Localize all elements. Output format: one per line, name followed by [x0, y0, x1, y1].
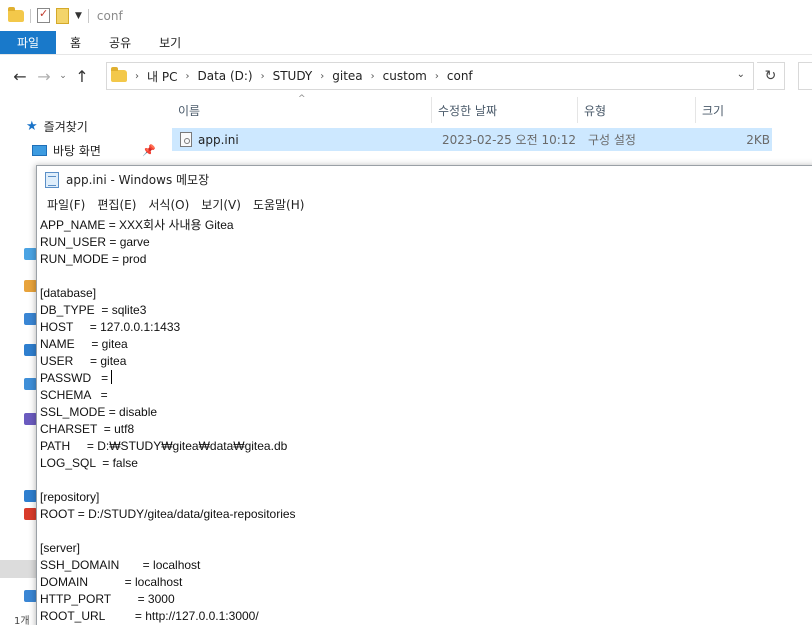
folder-icon: [111, 67, 127, 82]
text-line: USER = gitea: [40, 354, 127, 368]
text-line: CHARSET = utf8: [40, 422, 135, 436]
text-editor-area[interactable]: APP_NAME = XXX회사 사내용 Gitea RUN_USER = gar…: [40, 217, 812, 625]
config-file-icon: [180, 132, 192, 147]
column-type[interactable]: 유형: [578, 97, 696, 123]
breadcrumb-study[interactable]: STUDY: [273, 69, 313, 83]
status-item-count: 1개: [14, 616, 30, 625]
breadcrumb-conf[interactable]: conf: [447, 69, 473, 83]
text-line: SSL_MODE = disable: [40, 405, 158, 419]
new-folder-icon[interactable]: [56, 7, 69, 24]
forward-arrow-icon[interactable]: →: [32, 67, 56, 86]
text-caret: [111, 370, 113, 384]
menu-edit[interactable]: 편집(E): [91, 196, 142, 213]
notepad-menubar: 파일(F) 편집(E) 서식(O) 보기(V) 도움말(H): [37, 193, 812, 216]
notepad-window: app.ini - Windows 메모장 파일(F) 편집(E) 서식(O) …: [36, 165, 812, 625]
text-line: [40, 523, 812, 540]
notepad-title: app.ini - Windows 메모장: [66, 173, 210, 187]
text-line: APP_NAME = XXX회사 사내용 Gitea: [40, 218, 234, 232]
window-title: conf: [96, 8, 123, 23]
tab-view[interactable]: 보기: [145, 31, 195, 54]
menu-format[interactable]: 서식(O): [142, 196, 195, 213]
properties-icon[interactable]: [37, 7, 50, 23]
text-line: [database]: [40, 286, 97, 300]
star-icon: ★: [26, 119, 38, 134]
nav-quick-access[interactable]: ★ 즐겨찾기: [26, 118, 88, 135]
tab-home[interactable]: 홈: [56, 31, 95, 54]
file-modified: 2023-02-25 오전 10:12: [442, 133, 577, 147]
breadcrumb-gitea[interactable]: gitea: [332, 69, 362, 83]
chevron-right-icon[interactable]: ›: [435, 71, 439, 82]
menu-help[interactable]: 도움말(H): [247, 196, 311, 213]
nav-desktop[interactable]: 바탕 화면: [32, 142, 101, 159]
back-arrow-icon[interactable]: ←: [8, 67, 32, 86]
text-line: HOST = 127.0.0.1:1433: [40, 320, 181, 334]
column-header-row: 이름 수정한 날짜 유형 크기: [172, 97, 772, 123]
folder-icon: [8, 6, 24, 22]
refresh-icon[interactable]: ↻: [757, 62, 785, 90]
notepad-icon: [45, 171, 59, 188]
chevron-right-icon[interactable]: ›: [185, 71, 189, 82]
chevron-right-icon[interactable]: ›: [135, 71, 139, 82]
column-name[interactable]: 이름: [172, 97, 432, 123]
text-line: [40, 472, 812, 489]
file-type: 구성 설정: [588, 133, 636, 147]
tab-share[interactable]: 공유: [95, 31, 145, 54]
text-line: SCHEMA =: [40, 388, 108, 402]
text-line: [server]: [40, 541, 81, 555]
pin-icon[interactable]: 📌: [142, 144, 156, 157]
up-arrow-icon[interactable]: ↑: [70, 67, 94, 86]
notepad-titlebar: app.ini - Windows 메모장: [37, 166, 812, 193]
text-line: ROOT = D:/STUDY/gitea/data/gitea-reposit…: [40, 507, 296, 521]
text-line: ROOT_URL = http://127.0.0.1:3000/: [40, 609, 259, 623]
nav-desktop-label: 바탕 화면: [53, 144, 101, 158]
column-size[interactable]: 크기: [696, 97, 772, 123]
column-modified[interactable]: 수정한 날짜: [432, 97, 578, 123]
desktop-icon: [32, 145, 47, 156]
text-line: PASSWD =: [40, 370, 113, 385]
text-line: SSH_DOMAIN = localhost: [40, 558, 201, 572]
selected-nav-item[interactable]: [0, 560, 36, 578]
ribbon-tabs: 파일 홈 공유 보기: [0, 31, 812, 55]
file-size: 2KB: [746, 132, 770, 147]
divider: [87, 8, 89, 23]
divider: [30, 8, 31, 23]
quick-access-dropdown-icon[interactable]: ▼: [75, 11, 82, 21]
text-line: RUN_MODE = prod: [40, 252, 147, 266]
text-line: DB_TYPE = sqlite3: [40, 303, 147, 317]
text-line: [repository]: [40, 490, 100, 504]
explorer-titlebar: ▼ conf: [0, 0, 812, 31]
recent-locations-chevron-icon[interactable]: ⌄: [56, 71, 70, 81]
text-line: LOG_SQL = false: [40, 456, 138, 470]
file-name: app.ini: [198, 132, 239, 147]
text-line: DOMAIN = localhost: [40, 575, 183, 589]
address-bar[interactable]: › 내 PC › Data (D:) › STUDY › gitea › cus…: [106, 62, 754, 90]
text-line: PATH = D:₩STUDY₩gitea₩data₩gitea.db: [40, 439, 288, 453]
nav-quick-access-label: 즐겨찾기: [43, 120, 88, 134]
breadcrumb-drive[interactable]: Data (D:): [197, 69, 252, 83]
chevron-right-icon[interactable]: ›: [371, 71, 375, 82]
menu-view[interactable]: 보기(V): [195, 196, 247, 213]
navigation-bar: ← → ⌄ ↑ › 내 PC › Data (D:) › STUDY › git…: [0, 55, 812, 97]
text-line: [40, 268, 812, 285]
search-box[interactable]: [798, 62, 812, 90]
file-row[interactable]: app.ini 2023-02-25 오전 10:12 구성 설정 2KB: [172, 128, 772, 151]
chevron-right-icon[interactable]: ›: [320, 71, 324, 82]
text-line: NAME = gitea: [40, 337, 128, 351]
text-line: RUN_USER = garve: [40, 235, 150, 249]
breadcrumb-custom[interactable]: custom: [383, 69, 427, 83]
menu-file[interactable]: 파일(F): [41, 196, 91, 213]
text-line: HTTP_PORT = 3000: [40, 592, 175, 606]
address-dropdown-icon[interactable]: ⌄: [737, 69, 745, 80]
chevron-right-icon[interactable]: ›: [261, 71, 265, 82]
breadcrumb-this-pc[interactable]: 내 PC: [147, 68, 177, 85]
tab-file[interactable]: 파일: [0, 31, 56, 54]
